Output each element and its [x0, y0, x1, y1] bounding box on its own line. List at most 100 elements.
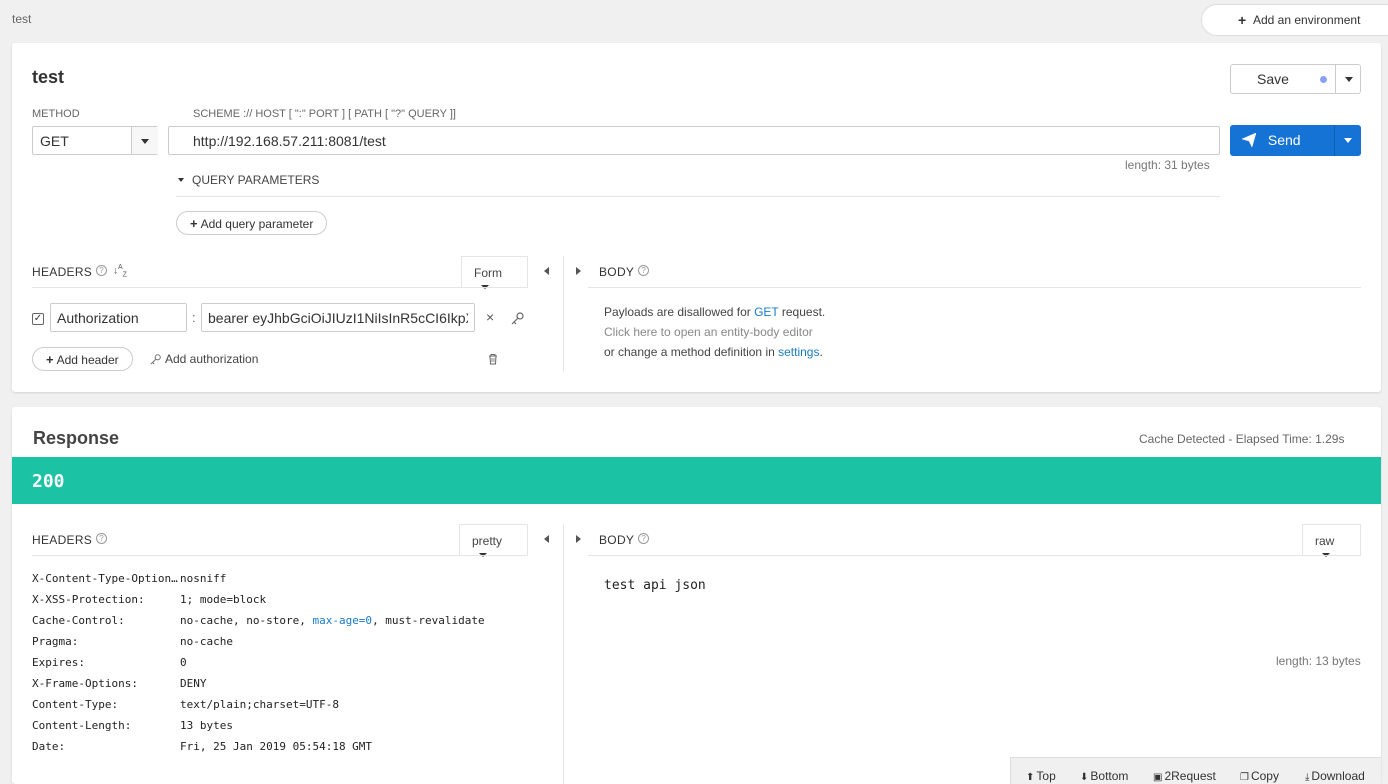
body-msg-text: or change a method definition in	[604, 345, 779, 359]
method-value: GET	[40, 133, 69, 149]
trash-icon[interactable]	[487, 353, 499, 365]
divider	[176, 196, 1220, 197]
scroll-top-button[interactable]: ⬆ Top	[1026, 769, 1056, 783]
download-label: Download	[1311, 769, 1365, 783]
body-msg-text: request.	[778, 305, 826, 319]
elapsed-time: Cache Detected - Elapsed Time: 1.29s	[1139, 432, 1345, 446]
save-options-button[interactable]	[1335, 65, 1361, 93]
query-parameters-label: QUERY PARAMETERS	[192, 173, 320, 187]
method-dropdown-toggle[interactable]	[131, 127, 158, 154]
divider	[588, 287, 1361, 288]
header-colon: :	[192, 310, 196, 325]
status-bar: 200	[12, 457, 1381, 504]
method-link[interactable]: GET	[754, 305, 778, 319]
send-button[interactable]: Send	[1230, 125, 1334, 156]
help-icon[interactable]: ?	[638, 265, 650, 276]
header-name-input[interactable]	[50, 303, 187, 332]
save-label: Save	[1257, 71, 1289, 87]
settings-link[interactable]: settings	[778, 345, 819, 359]
top-bar: test + Add an environment	[0, 0, 1388, 40]
request-title: test	[32, 67, 65, 87]
body-msg-text: .	[819, 345, 823, 359]
add-header-button[interactable]: + Add header	[32, 347, 133, 371]
chevron-down-icon	[1344, 138, 1352, 143]
to-request-button[interactable]: ▣ 2Request	[1153, 769, 1216, 783]
chevron-down-icon	[141, 139, 149, 144]
remove-header-icon[interactable]: ×	[486, 309, 494, 325]
scroll-bottom-label: Bottom	[1090, 769, 1129, 783]
add-authorization-button[interactable]: Add authorization	[150, 352, 258, 366]
header-row: Cache-Control: no-cache, no-store, max-ag…	[32, 614, 532, 634]
header-row: Date: Fri, 25 Jan 2019 05:54:18 GMT	[32, 740, 532, 760]
copy-icon: ❐	[1240, 772, 1249, 783]
header-key: X-XSS-Protection:	[32, 593, 145, 606]
add-environment-button[interactable]: + Add an environment	[1201, 4, 1388, 36]
headers-format-dropdown[interactable]: pretty	[459, 524, 528, 557]
url-length: length: 31 bytes	[1125, 158, 1210, 172]
method-select[interactable]: GET	[32, 126, 158, 155]
body-msg-line3: or change a method definition in setting…	[604, 342, 825, 362]
download-icon: ⤓	[1305, 772, 1310, 783]
copy-button[interactable]: ❐ Copy	[1240, 769, 1279, 783]
headers-label: HEADERS	[32, 265, 93, 279]
response-footer-toolbar: ⬆ Top ⬇ Bottom ▣ 2Request ❐ Copy ⤓ Download	[1010, 757, 1381, 784]
query-parameters-toggle[interactable]: QUERY PARAMETERS	[178, 173, 319, 187]
to-request-label: 2Request	[1164, 769, 1216, 783]
caret-down-icon	[178, 178, 184, 182]
key-icon[interactable]	[511, 311, 525, 325]
method-label: METHOD	[32, 108, 80, 120]
header-value: DENY	[180, 677, 207, 690]
help-icon[interactable]: ?	[96, 265, 108, 276]
body-format-dropdown[interactable]: raw	[1302, 524, 1361, 557]
header-value-input[interactable]	[201, 303, 475, 332]
collapse-right-icon[interactable]	[576, 267, 581, 275]
divider	[32, 287, 528, 288]
header-key: X-Frame-Options:	[32, 677, 138, 690]
unsaved-indicator-dot	[1320, 76, 1327, 83]
plus-icon: +	[1238, 12, 1247, 28]
url-input[interactable]	[168, 126, 1220, 155]
header-key: Expires:	[32, 656, 85, 669]
request-headers-heading: HEADERS?	[32, 265, 108, 279]
help-icon[interactable]: ?	[96, 533, 108, 544]
send-label: Send	[1267, 132, 1301, 148]
header-value-link[interactable]: max-age=0	[312, 614, 372, 627]
breadcrumb[interactable]: test	[12, 12, 31, 26]
header-key: Cache-Control:	[32, 614, 125, 627]
url-scheme-label: SCHEME :// HOST [ ":" PORT ] [ PATH [ "?…	[193, 108, 456, 120]
body-msg-line1: Payloads are disallowed for GET request.	[604, 302, 825, 322]
body-msg-text: Payloads are disallowed for	[604, 305, 755, 319]
sort-alpha-icon[interactable]: ↓AZ	[113, 264, 127, 278]
headers-mode-dropdown[interactable]: Form	[461, 256, 528, 289]
add-header-label: Add header	[56, 353, 119, 367]
divider	[32, 555, 528, 556]
header-row: Content-Type: text/plain;charset=UTF-8	[32, 698, 532, 718]
body-disallowed-message: Payloads are disallowed for GET request.…	[604, 302, 825, 362]
request-body-heading: BODY?	[599, 265, 650, 279]
open-entity-body-editor-link[interactable]: Click here to open an entity-body editor	[604, 322, 825, 342]
collapse-left-icon[interactable]	[544, 267, 549, 275]
header-value-text: no-cache, no-store,	[180, 614, 313, 627]
help-icon[interactable]: ?	[638, 533, 650, 544]
header-value-text: , must-revalidate	[372, 614, 485, 627]
plus-icon: +	[46, 352, 54, 367]
arrow-up-circle-icon: ⬆	[1026, 772, 1035, 783]
panel-separator	[563, 256, 564, 372]
response-body[interactable]: test api json	[604, 578, 706, 593]
body-length: length: 13 bytes	[1276, 654, 1361, 668]
header-key: Content-Type:	[32, 698, 119, 711]
download-button[interactable]: ⤓ Download	[1305, 769, 1365, 783]
send-options-button[interactable]	[1334, 125, 1361, 156]
copy-label: Copy	[1250, 769, 1279, 783]
header-enabled-checkbox[interactable]: ✓	[32, 313, 44, 325]
add-query-parameter-button[interactable]: + Add query parameter	[176, 211, 328, 235]
add-authorization-label: Add authorization	[165, 352, 259, 366]
headers-mode-value: Form	[474, 266, 502, 280]
collapse-right-icon[interactable]	[576, 535, 581, 543]
status-code: 200	[32, 471, 65, 492]
scroll-bottom-button[interactable]: ⬇ Bottom	[1080, 769, 1128, 783]
header-row: Pragma: no-cache	[32, 635, 532, 655]
collapse-left-icon[interactable]	[544, 535, 549, 543]
chevron-down-icon	[1345, 77, 1353, 82]
arrow-down-circle-icon: ⬇	[1080, 772, 1089, 783]
